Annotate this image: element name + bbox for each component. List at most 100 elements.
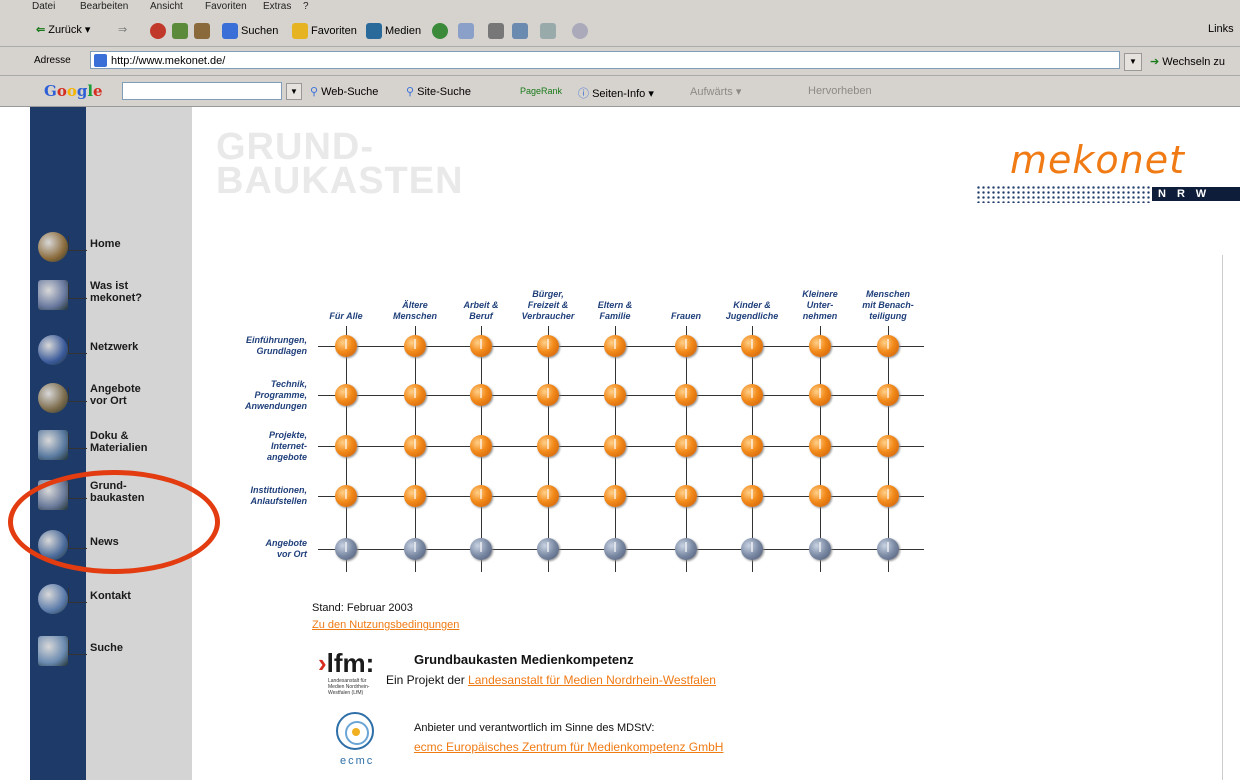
google-logo[interactable]: Google: [44, 82, 103, 100]
grid-node-button[interactable]: [741, 435, 763, 457]
lfm-logo[interactable]: ›lfm:: [318, 648, 374, 679]
column-header[interactable]: Bürger, Freizeit & Verbraucher: [513, 289, 583, 322]
grid-node-button[interactable]: [404, 384, 426, 406]
grid-node-button[interactable]: [404, 335, 426, 357]
google-dropdown-button[interactable]: ▼: [286, 83, 302, 100]
refresh-button[interactable]: [172, 23, 188, 39]
google-search-input[interactable]: [122, 82, 282, 100]
row-header[interactable]: Einführungen, Grundlagen: [215, 335, 307, 357]
print-button[interactable]: [488, 23, 504, 39]
nav-item-2[interactable]: Netzwerk: [38, 335, 138, 365]
grid-node-button[interactable]: [335, 384, 357, 406]
grid-node-button[interactable]: [741, 335, 763, 357]
grid-node-button[interactable]: [604, 435, 626, 457]
grid-node-button[interactable]: [741, 485, 763, 507]
history-button[interactable]: [432, 23, 448, 39]
stop-button[interactable]: [150, 23, 166, 39]
nav-item-1[interactable]: Was ist mekonet?: [38, 280, 142, 310]
nav-item-8[interactable]: Suche: [38, 636, 123, 666]
grid-node-button[interactable]: [470, 384, 492, 406]
grid-node-button[interactable]: [604, 335, 626, 357]
ecmc-logo-icon[interactable]: [336, 712, 374, 750]
grid-node-button[interactable]: [675, 335, 697, 357]
grid-node-button[interactable]: [604, 384, 626, 406]
address-input[interactable]: http://www.mekonet.de/: [90, 51, 1120, 69]
menu-file[interactable]: Datei: [32, 1, 55, 12]
nav-item-7[interactable]: Kontakt: [38, 584, 131, 614]
grid-node-button[interactable]: [404, 485, 426, 507]
lfm-link[interactable]: Landesanstalt für Medien Nordrhein-Westf…: [468, 673, 716, 687]
highlight-button[interactable]: Hervorheben: [808, 85, 872, 97]
mekonet-logo[interactable]: mekonet: [1010, 138, 1185, 182]
go-button[interactable]: ➔ Wechseln zu: [1150, 55, 1225, 68]
row-header[interactable]: Institutionen, Anlaufstellen: [215, 485, 307, 507]
grid-node-button[interactable]: [470, 485, 492, 507]
home-button[interactable]: [194, 23, 210, 39]
row-header[interactable]: Angebote vor Ort: [215, 538, 308, 560]
grid-node-button[interactable]: [537, 384, 559, 406]
edit-button[interactable]: [512, 23, 528, 39]
grid-node-button[interactable]: [335, 335, 357, 357]
grid-node-button[interactable]: [809, 485, 831, 507]
grid-node-button[interactable]: [335, 435, 357, 457]
column-header[interactable]: Menschen mit Benach- teiligung: [853, 289, 923, 322]
menu-tools[interactable]: Extras: [263, 1, 291, 12]
grid-node-button[interactable]: [877, 485, 899, 507]
address-dropdown-button[interactable]: ▼: [1124, 53, 1142, 71]
grid-node-button[interactable]: [877, 435, 899, 457]
grid-node-button[interactable]: [877, 538, 899, 560]
links-button[interactable]: Links: [1208, 23, 1234, 35]
menu-edit[interactable]: Bearbeiten: [80, 1, 128, 12]
favorites-button[interactable]: Favoriten: [292, 23, 357, 39]
grid-node-button[interactable]: [537, 335, 559, 357]
grid-node-button[interactable]: [470, 538, 492, 560]
grid-node-button[interactable]: [675, 384, 697, 406]
column-header[interactable]: Frauen: [651, 311, 721, 322]
row-header[interactable]: Projekte, Internet- angebote: [215, 430, 307, 463]
menu-favorites[interactable]: Favoriten: [205, 1, 247, 12]
ecmc-link[interactable]: ecmc Europäisches Zentrum für Medienkomp…: [414, 740, 723, 754]
grid-node-button[interactable]: [335, 485, 357, 507]
grid-node-button[interactable]: [537, 435, 559, 457]
forward-button[interactable]: ⇒: [118, 23, 127, 36]
grid-node-button[interactable]: [741, 384, 763, 406]
grid-node-button[interactable]: [809, 335, 831, 357]
messenger-button[interactable]: [572, 23, 588, 39]
nav-item-0[interactable]: Home: [38, 232, 121, 262]
row-header[interactable]: Technik, Programme, Anwendungen: [215, 379, 307, 412]
grid-node-button[interactable]: [335, 538, 357, 560]
nav-item-3[interactable]: Angebote vor Ort: [38, 383, 141, 413]
column-header[interactable]: Eltern & Familie: [580, 300, 650, 322]
page-info-button[interactable]: ⓘ Seiten-Info ▾: [578, 85, 654, 101]
web-search-button[interactable]: ⚲ Web-Suche: [310, 85, 378, 98]
grid-node-button[interactable]: [809, 435, 831, 457]
grid-node-button[interactable]: [404, 538, 426, 560]
up-button[interactable]: Aufwärts ▾: [690, 85, 741, 98]
grid-node-button[interactable]: [675, 435, 697, 457]
grid-node-button[interactable]: [604, 538, 626, 560]
mail-button[interactable]: [458, 23, 474, 39]
nav-item-4[interactable]: Doku & Materialien: [38, 430, 147, 460]
grid-node-button[interactable]: [470, 335, 492, 357]
grid-node-button[interactable]: [809, 384, 831, 406]
grid-node-button[interactable]: [404, 435, 426, 457]
discuss-button[interactable]: [540, 23, 556, 39]
grid-node-button[interactable]: [675, 538, 697, 560]
search-button[interactable]: Suchen: [222, 23, 278, 39]
terms-link[interactable]: Zu den Nutzungsbedingungen: [312, 619, 459, 631]
grid-node-button[interactable]: [537, 485, 559, 507]
grid-node-button[interactable]: [675, 485, 697, 507]
grid-node-button[interactable]: [537, 538, 559, 560]
back-button[interactable]: ⇐ Zurück ▾: [36, 23, 90, 37]
column-header[interactable]: Ältere Menschen: [380, 300, 450, 322]
grid-node-button[interactable]: [809, 538, 831, 560]
grid-node-button[interactable]: [604, 485, 626, 507]
site-search-button[interactable]: ⚲ Site-Suche: [406, 85, 471, 98]
media-button[interactable]: Medien: [366, 23, 421, 39]
grid-node-button[interactable]: [741, 538, 763, 560]
column-header[interactable]: Für Alle: [311, 311, 381, 322]
grid-node-button[interactable]: [877, 335, 899, 357]
grid-node-button[interactable]: [877, 384, 899, 406]
column-header[interactable]: Kinder & Jugendliche: [717, 300, 787, 322]
column-header[interactable]: Arbeit & Beruf: [446, 300, 516, 322]
